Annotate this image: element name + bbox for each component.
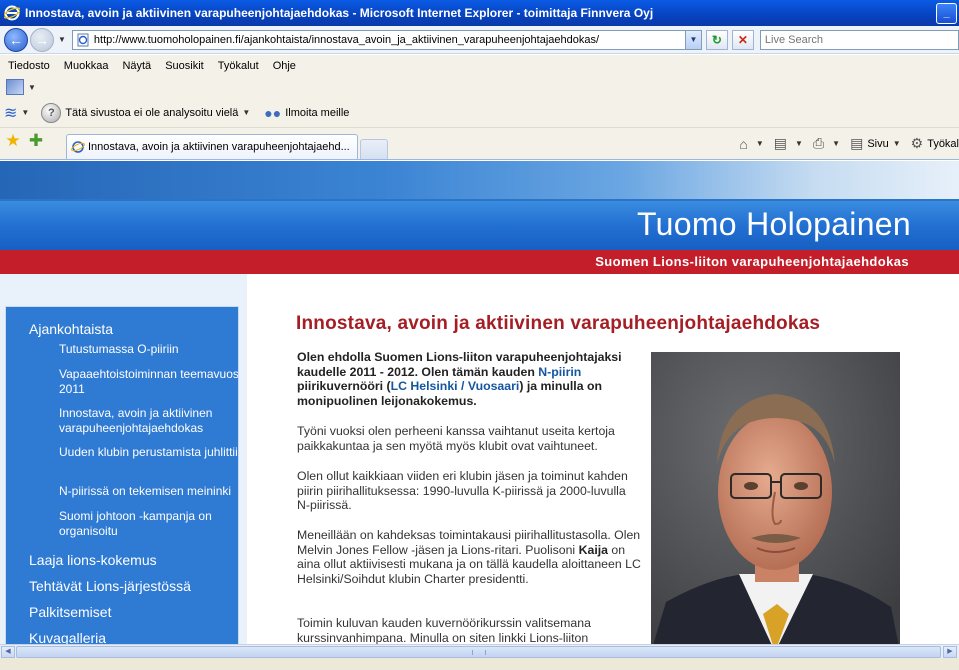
nav-sub-item[interactable]: N-piirissä on tekemisen meininki (59, 484, 238, 499)
title-bar: Innostava, avoin ja aktiivinen varapuhee… (0, 0, 959, 26)
nav-tehtavat[interactable]: Tehtävät Lions-järjestössä (29, 578, 191, 594)
address-dropdown-icon[interactable]: ▼ (684, 30, 701, 49)
site-analysis-button[interactable]: Tätä sivustoa ei ole analysoitu vielä (65, 107, 238, 119)
menu-suosikit[interactable]: Suosikit (165, 60, 204, 72)
site-header: Tuomo Holopainen (0, 201, 959, 250)
nav-sub-item[interactable]: Suomi johtoon -kampanja on organisoitu (59, 509, 238, 538)
connection-icon[interactable]: ≋ (4, 103, 17, 123)
page-menu[interactable]: ▤ Sivu ▼ (850, 135, 901, 152)
phishing-toolbar: ≋ ▼ ? Tätä sivustoa ei ole analysoitu vi… (0, 98, 959, 128)
menu-tiedosto[interactable]: Tiedosto (8, 60, 50, 72)
nav-sub-item[interactable]: Vapaaehtoistoiminnan teemavuosi 2011 (59, 367, 238, 396)
tab-label: Innostava, avoin ja aktiivinen varapuhee… (88, 141, 350, 153)
search-input[interactable] (759, 29, 959, 50)
menu-tyokalut[interactable]: Työkalut (218, 60, 259, 72)
nav-sub-item[interactable]: Uuden klubin perustamista juhlittiin (59, 445, 238, 460)
stop-button[interactable]: ✕ (731, 29, 754, 50)
page-icon (77, 33, 89, 46)
nav-sub-item[interactable]: Innostava, avoin ja aktiivinen varapuhee… (59, 406, 238, 435)
feeds-dropdown-icon[interactable]: ▼ (795, 139, 803, 148)
page-dropdown-icon[interactable]: ▼ (893, 139, 901, 148)
connection-dropdown-icon[interactable]: ▼ (21, 108, 29, 117)
new-tab-button[interactable] (360, 139, 388, 159)
print-button[interactable]: ⎙ ▼ (813, 135, 840, 152)
menu-bar: Tiedosto Muokkaa Näytä Suosikit Työkalut… (0, 55, 959, 76)
sidebar-menu: Ajankohtaista Tutustumassa O-piiriin Vap… (5, 306, 239, 651)
home-button[interactable]: ⌂ ▼ (739, 136, 763, 152)
back-button[interactable]: ← (4, 27, 28, 52)
status-bar (0, 658, 959, 670)
forward-button[interactable]: → (30, 27, 54, 52)
gear-icon: ⚙ (910, 135, 924, 151)
nav-ajankohtaista[interactable]: Ajankohtaista (29, 321, 113, 337)
history-dropdown-icon[interactable]: ▼ (58, 35, 66, 44)
home-dropdown-icon[interactable]: ▼ (756, 139, 764, 148)
address-toolbar: ← → ▼ http://www.tuomoholopainen.fi/ajan… (0, 26, 959, 54)
internet-explorer-icon (4, 5, 20, 21)
menu-muokkaa[interactable]: Muokkaa (64, 60, 109, 72)
refresh-button[interactable]: ↻ (705, 29, 728, 50)
paragraph-3: Meneillään on kahdeksas toimintakausi pi… (297, 528, 642, 586)
menu-nayta[interactable]: Näytä (122, 60, 151, 72)
portrait-photo (651, 352, 900, 651)
intro-text: piirikuvernööri ( (297, 379, 391, 394)
page-menu-icon: ▤ (850, 135, 864, 151)
menu-ohje[interactable]: Ohje (273, 60, 296, 72)
intro-paragraph: Olen ehdolla Suomen Lions-liiton varapuh… (297, 350, 642, 408)
paragraph-3-name: Kaija (578, 542, 608, 557)
feed-icon: ▤ (773, 135, 788, 151)
minimize-button[interactable]: _ (936, 2, 957, 24)
tab-current[interactable]: Innostava, avoin ja aktiivinen varapuhee… (66, 134, 358, 159)
page-heading: Innostava, avoin ja aktiivinen varapuhee… (296, 313, 821, 334)
home-icon: ⌂ (739, 135, 748, 152)
window-title: Innostava, avoin ja aktiivinen varapuhee… (25, 6, 654, 20)
people-icon[interactable]: ●● (264, 105, 281, 121)
tools-menu[interactable]: ⚙ Työkal (911, 135, 959, 152)
favorites-star-icon[interactable]: ★ (3, 131, 23, 153)
report-button[interactable]: Ilmoita meille (285, 107, 349, 119)
nav-laaja[interactable]: Laaja lions-kokemus (29, 552, 157, 568)
main-content: Innostava, avoin ja aktiivinen varapuhee… (247, 274, 959, 651)
paragraph-2: Olen ollut kaikkiaan viiden eri klubin j… (297, 469, 628, 513)
links-icon[interactable] (6, 79, 24, 95)
paragraph-1: Työni vuoksi olen perheeni kanssa vaihta… (297, 424, 615, 453)
scroll-left-icon[interactable]: ◀ (1, 646, 15, 658)
subtitle-bar: Suomen Lions-liiton varapuheenjohtajaehd… (0, 250, 959, 274)
scrollbar-thumb[interactable] (16, 646, 941, 658)
header-band (0, 161, 959, 203)
page-viewport: Tuomo Holopainen Suomen Lions-liiton var… (0, 161, 959, 651)
tools-menu-label: Työkal (927, 137, 959, 150)
links-dropdown-icon[interactable]: ▼ (28, 83, 36, 92)
links-toolbar: ▼ (0, 76, 959, 98)
print-dropdown-icon[interactable]: ▼ (832, 139, 840, 148)
feeds-button[interactable]: ▤ ▼ (774, 135, 803, 152)
tab-page-icon (71, 141, 85, 153)
address-field[interactable]: http://www.tuomoholopainen.fi/ajankohtai… (71, 29, 702, 50)
url-text[interactable]: http://www.tuomoholopainen.fi/ajankohtai… (94, 34, 685, 46)
page-menu-label: Sivu (867, 137, 889, 150)
tab-bar: ★ ✚ Innostava, avoin ja aktiivinen varap… (0, 128, 959, 160)
nav-palkitsemiset[interactable]: Palkitsemiset (29, 604, 111, 620)
scroll-right-icon[interactable]: ▶ (943, 646, 957, 658)
site-analysis-dropdown-icon[interactable]: ▼ (242, 108, 250, 117)
lc-helsinki-link[interactable]: LC Helsinki / Vuosaari (391, 379, 520, 393)
printer-icon: ⎙ (812, 135, 825, 151)
nav-sub-item[interactable]: Tutustumassa O-piiriin (59, 342, 238, 357)
add-favorite-icon[interactable]: ✚ (26, 131, 46, 153)
paragraph-4: Toimin kuluvan kauden kuvernöörikurssin … (297, 616, 591, 645)
question-icon[interactable]: ? (41, 102, 62, 123)
site-subtitle: Suomen Lions-liiton varapuheenjohtajaehd… (595, 254, 909, 269)
horizontal-scrollbar[interactable]: ◀ ▶ (0, 644, 959, 658)
command-bar: ⌂ ▼ ▤ ▼ ⎙ ▼ ▤ Sivu ▼ ⚙ Työkal (729, 131, 959, 156)
n-piiri-link[interactable]: N-piirin (538, 365, 581, 379)
site-name: Tuomo Holopainen (636, 206, 911, 242)
